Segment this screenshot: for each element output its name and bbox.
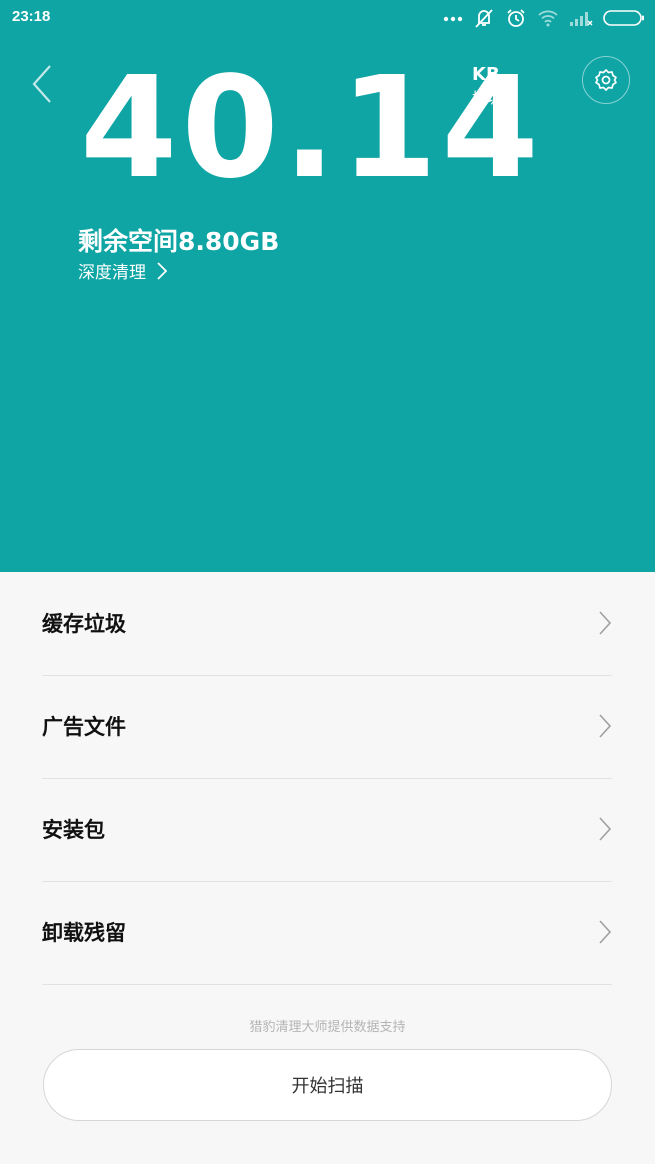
chevron-left-icon <box>32 65 51 103</box>
chevron-right-icon <box>599 611 612 635</box>
status-time: 23:18 <box>12 8 51 25</box>
junk-unit: KB <box>472 64 500 85</box>
list-item-install-packages[interactable]: 安装包 <box>42 778 612 882</box>
mute-vibrate-icon <box>473 7 495 29</box>
status-bar: 23:18 <box>0 0 655 36</box>
data-provider-note: 猎豹清理大师提供数据支持 <box>249 1020 406 1035</box>
list-item-label: 卸载残留 <box>42 921 126 945</box>
deep-clean-label: 深度清理 <box>78 263 146 283</box>
chevron-right-icon <box>157 261 168 280</box>
deep-clean-link[interactable]: 深度清理 <box>78 258 168 283</box>
alarm-icon <box>505 7 527 29</box>
junk-unit-label: 垃圾 <box>472 89 503 107</box>
list-item-uninstall-residue[interactable]: 卸载残留 <box>42 881 612 985</box>
settings-button[interactable] <box>582 56 630 104</box>
wifi-icon <box>537 9 559 27</box>
start-scan-button[interactable]: 开始扫描 <box>43 1049 612 1121</box>
list-item-label: 广告文件 <box>42 715 126 739</box>
list-item-cache-junk[interactable]: 缓存垃圾 <box>42 572 612 676</box>
battery-icon <box>603 9 645 27</box>
signal-icon <box>569 9 593 27</box>
status-icons <box>443 6 645 30</box>
remaining-space: 剩余空间8.80GB <box>78 227 280 256</box>
list-item-label: 缓存垃圾 <box>42 612 126 636</box>
back-button[interactable] <box>26 60 62 108</box>
chevron-right-icon <box>599 920 612 944</box>
chevron-right-icon <box>599 714 612 738</box>
gear-icon <box>595 69 617 91</box>
more-dots-icon <box>443 14 463 22</box>
list-item-label: 安装包 <box>42 818 105 842</box>
chevron-right-icon <box>599 817 612 841</box>
list-item-ad-files[interactable]: 广告文件 <box>42 675 612 779</box>
header-panel: 23:18 40.14 KB 垃圾 剩余空间8.80GB 深度清理 <box>0 0 655 572</box>
